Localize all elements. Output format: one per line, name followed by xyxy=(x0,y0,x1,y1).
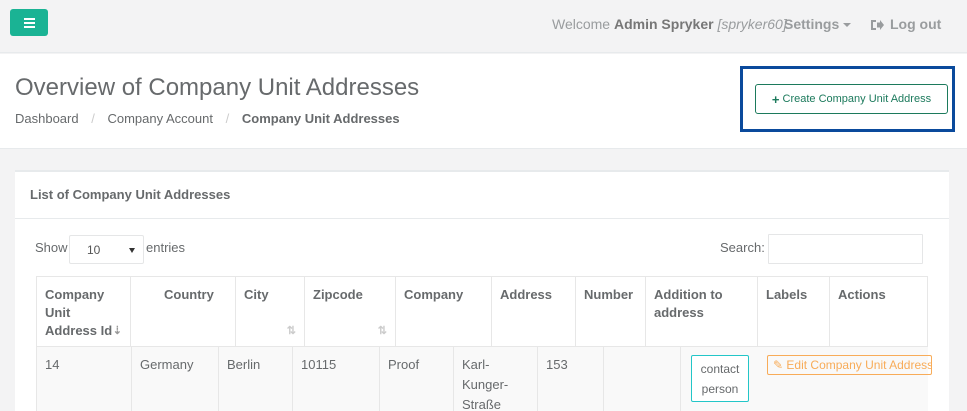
column-header-zipcode[interactable]: Zipcode ⇅ xyxy=(305,277,396,348)
show-label: Show xyxy=(35,240,68,255)
list-title: List of Company Unit Addresses xyxy=(30,187,231,202)
menu-icon-bar xyxy=(23,17,35,20)
column-header-number[interactable]: Number xyxy=(576,277,646,348)
column-header-country[interactable]: Country xyxy=(156,277,236,348)
search-label: Search: xyxy=(720,240,765,255)
page-size-value: 10 xyxy=(87,243,101,257)
cell-company: Proof xyxy=(380,347,454,411)
top-navbar: Welcome Admin Spryker [spryker60] Settin… xyxy=(0,0,967,53)
user-login: [spryker60] xyxy=(717,16,787,32)
cell-zipcode: 10115 xyxy=(293,347,380,411)
welcome-prefix: Welcome xyxy=(552,16,611,32)
column-label: Actions xyxy=(838,287,886,302)
breadcrumb-current: Company Unit Addresses xyxy=(241,111,400,126)
breadcrumb-separator: / xyxy=(225,111,230,126)
create-company-unit-address-button[interactable]: + Create Company Unit Address xyxy=(755,84,948,114)
breadcrumb-dashboard[interactable]: Dashboard xyxy=(15,111,79,126)
column-header-addition[interactable]: Addition to address xyxy=(646,277,758,348)
column-label: Country xyxy=(164,287,214,302)
cell-country: Germany xyxy=(132,347,219,411)
edit-company-unit-address-button[interactable]: ✎ Edit Company Unit Address xyxy=(767,355,932,375)
welcome-message: Welcome Admin Spryker [spryker60] xyxy=(552,16,787,32)
page-title: Overview of Company Unit Addresses xyxy=(15,74,420,101)
logout-link[interactable]: Log out xyxy=(870,16,941,32)
column-header-company[interactable]: Company xyxy=(396,277,492,348)
sort-icon: ⇅ xyxy=(377,325,387,337)
column-label: City xyxy=(244,287,269,302)
breadcrumb-separator: / xyxy=(91,111,95,126)
table-header: Company Unit Address Id ⇣ Country City ⇅… xyxy=(36,276,928,348)
column-header-labels[interactable]: Labels xyxy=(758,277,830,348)
table-row: 14 Germany Berlin 10115 Proof Karl-Kunge… xyxy=(36,347,932,411)
sign-out-icon xyxy=(871,20,884,30)
cell-city: Berlin xyxy=(219,347,293,411)
caret-down-icon xyxy=(843,23,852,28)
logout-label: Log out xyxy=(890,16,942,32)
plus-icon: + xyxy=(771,91,780,107)
search-input[interactable] xyxy=(768,234,923,264)
settings-dropdown[interactable]: Settings xyxy=(784,16,852,32)
column-header-city[interactable]: City ⇅ xyxy=(236,277,305,348)
column-label: Labels xyxy=(766,287,808,302)
list-panel-header: List of Company Unit Addresses xyxy=(15,172,949,219)
column-label: Addition to address xyxy=(654,287,723,320)
entries-label: entries xyxy=(146,240,186,255)
column-header-actions[interactable]: Actions xyxy=(830,277,928,348)
page-size-select[interactable]: 10 xyxy=(69,235,144,264)
breadcrumb-company-account[interactable]: Company Account xyxy=(107,111,213,126)
cell-number: 153 xyxy=(538,347,604,411)
page-header: Overview of Company Unit Addresses Dashb… xyxy=(0,54,967,149)
column-header-address[interactable]: Address xyxy=(492,277,576,348)
cell-id: 14 xyxy=(36,347,132,411)
cell-addition xyxy=(604,347,681,411)
caret-down-icon xyxy=(129,248,135,253)
settings-label: Settings xyxy=(784,16,840,32)
list-panel: List of Company Unit Addresses Show 10 e… xyxy=(15,170,949,411)
column-label: Number xyxy=(584,287,634,302)
label-contact-person[interactable]: contact person xyxy=(691,355,749,402)
column-header-id[interactable]: Company Unit Address Id ⇣ xyxy=(36,277,131,348)
edit-button-label: Edit Company Unit Address xyxy=(786,358,932,372)
cell-address: Karl-Kunger-Straße xyxy=(454,347,538,411)
column-label: Address xyxy=(500,287,553,302)
column-label: Company xyxy=(404,287,464,302)
user-name: Admin Spryker xyxy=(613,16,714,32)
menu-icon-bar xyxy=(23,21,35,24)
sort-desc-icon: ⇣ xyxy=(112,325,122,337)
edit-icon: ✎ xyxy=(773,358,784,372)
menu-toggle-button[interactable] xyxy=(10,9,48,36)
column-label: Company Unit Address Id xyxy=(45,287,113,338)
column-label: Zipcode xyxy=(313,287,363,302)
sort-icon: ⇅ xyxy=(286,325,296,337)
menu-icon-bar xyxy=(23,25,35,28)
breadcrumb: Dashboard / Company Account / Company Un… xyxy=(15,111,400,126)
create-button-label: Create Company Unit Address xyxy=(782,93,932,105)
